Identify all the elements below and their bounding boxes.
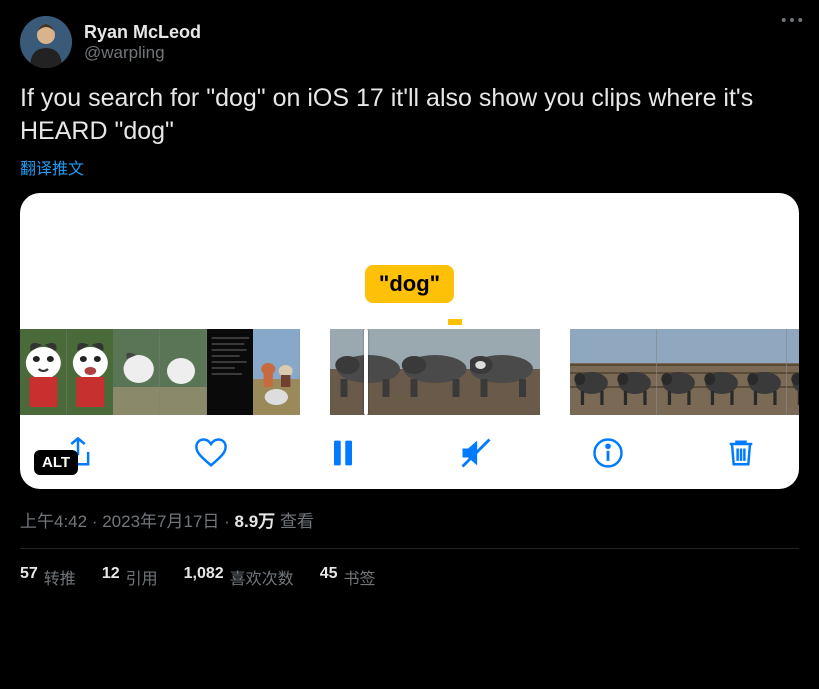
meta-time[interactable]: 上午4:42 [20,512,87,531]
display-name: Ryan McLeod [84,22,201,43]
clip-frame [470,329,540,415]
clip-frame [787,329,799,415]
clip-frame [67,329,114,415]
clip-group [330,329,540,415]
clip-frame [160,329,207,415]
stats-row: 57 转推 12 引用 1,082 喜欢次数 45 书签 [20,549,799,589]
media-card[interactable]: "dog" [20,193,799,489]
alt-badge[interactable]: ALT [34,450,78,475]
playhead[interactable] [364,329,368,415]
avatar[interactable] [20,16,72,68]
pause-button[interactable] [325,435,361,471]
views-count: 8.9万 [235,512,276,531]
clip-frame [20,329,67,415]
bookmarks-stat[interactable]: 45 书签 [320,565,376,589]
clip-frame [113,329,160,415]
mute-button[interactable] [458,435,494,471]
likes-stat[interactable]: 1,082 喜欢次数 [184,565,294,589]
quotes-stat[interactable]: 12 引用 [102,565,158,589]
tweet-container: Ryan McLeod @warpling If you search for … [0,0,819,605]
clip-frame [743,329,786,415]
meta-date[interactable]: 2023年7月17日 [102,512,219,531]
views-label: 查看 [280,512,314,531]
clip-frame [570,329,613,415]
speech-match-marker [448,319,462,325]
author-block[interactable]: Ryan McLeod @warpling [84,22,201,63]
trash-button[interactable] [723,435,759,471]
retweets-stat[interactable]: 57 转推 [20,565,76,589]
more-options-button[interactable] [781,10,803,28]
video-scrubber[interactable] [20,329,799,415]
clip-frame [700,329,743,415]
clip-frame [657,329,700,415]
caption-pill: "dog" [365,265,454,303]
handle: @warpling [84,43,201,63]
playhead-marker-row [20,319,799,325]
translate-link[interactable]: 翻译推文 [20,155,84,179]
heart-button[interactable] [193,435,229,471]
tweet-header: Ryan McLeod @warpling [20,16,799,68]
tweet-text: If you search for "dog" on iOS 17 it'll … [20,82,799,147]
caption-pill-row: "dog" [20,265,799,303]
info-button[interactable] [590,435,626,471]
clip-frame [400,329,470,415]
clip-frame [613,329,656,415]
clip-frame [253,329,300,415]
clip-group [20,329,300,415]
clip-frame [207,329,254,415]
clip-group [570,329,799,415]
meta-row: 上午4:42 · 2023年7月17日 · 8.9万 查看 [20,507,799,549]
media-toolbar [20,435,799,471]
